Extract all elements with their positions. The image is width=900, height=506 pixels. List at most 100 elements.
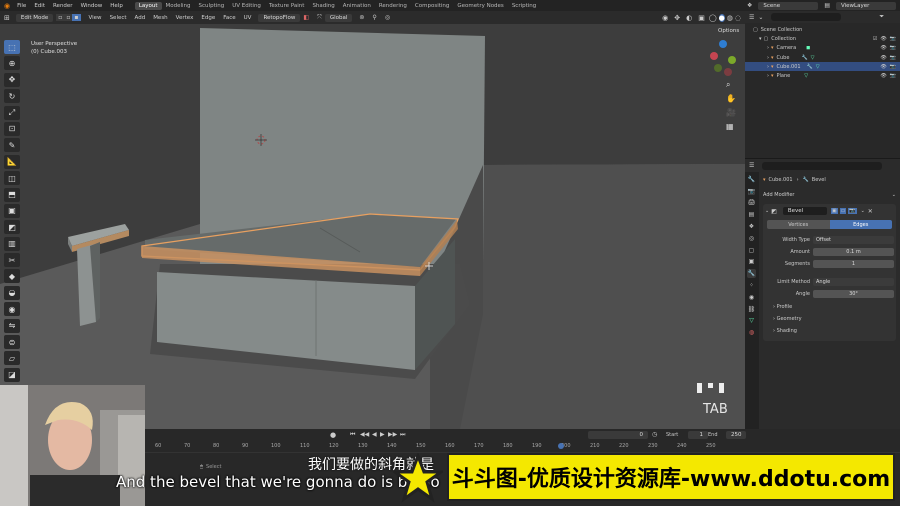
smooth-tool-icon[interactable]: ◉ xyxy=(4,302,20,317)
gizmo-z-axis-icon[interactable] xyxy=(719,40,727,48)
select-mode-vertex-icon[interactable]: ▫ xyxy=(56,14,65,21)
viewport-menu-uv[interactable]: UV xyxy=(244,15,252,21)
viewport-menu-mesh[interactable]: Mesh xyxy=(153,15,167,21)
camera-icon[interactable]: 📷 xyxy=(890,55,896,61)
outliner-scene-collection[interactable]: ▢ Scene Collection xyxy=(745,25,900,34)
record-icon[interactable]: ● xyxy=(330,431,336,439)
visibility-icon[interactable]: ◉ xyxy=(662,14,668,22)
render-tab-icon[interactable]: 📷 xyxy=(747,187,756,196)
workspace-tab-rendering[interactable]: Rendering xyxy=(375,2,411,10)
play-reverse-icon[interactable]: ◀ xyxy=(372,431,377,438)
knife-tool-icon[interactable]: ✂ xyxy=(4,253,20,268)
expand-arrow-icon[interactable]: › xyxy=(767,64,769,70)
gizmo-x-axis-icon[interactable] xyxy=(710,52,718,60)
eye-icon[interactable]: 👁 xyxy=(880,55,886,61)
select-mode-edge-icon[interactable]: ▫ xyxy=(64,14,73,21)
scene-selector[interactable]: Scene xyxy=(758,1,819,10)
subpanel-profile[interactable]: › Profile xyxy=(765,301,894,313)
collection-tab-icon[interactable]: ▢ xyxy=(747,246,756,255)
jump-start-icon[interactable]: ⏮ xyxy=(350,431,355,439)
workspace-tab-geometry-nodes[interactable]: Geometry Nodes xyxy=(453,2,507,10)
particles-tab-icon[interactable]: ⁘ xyxy=(747,281,756,290)
prev-keyframe-icon[interactable]: ◀◀ xyxy=(360,431,369,438)
scale-tool-icon[interactable]: ⤢ xyxy=(4,105,20,120)
outliner-item-cube[interactable]: › ▾ Cube 🔧 ▽ 👁 📷 xyxy=(745,53,900,62)
render-toggle-icon[interactable]: 📷 xyxy=(848,208,857,214)
world-tab-icon[interactable]: ◎ xyxy=(747,234,756,243)
shading-rendered-icon[interactable]: ◌ xyxy=(735,14,741,22)
camera-icon[interactable]: 📷 xyxy=(890,64,896,70)
bevel-tool-icon[interactable]: ◩ xyxy=(4,220,20,235)
annotate-tool-icon[interactable]: ✎ xyxy=(4,138,20,153)
retopoflow-icon[interactable]: ◧ xyxy=(303,14,309,21)
poly-build-tool-icon[interactable]: ◆ xyxy=(4,269,20,284)
object-tab-icon[interactable]: ▣ xyxy=(747,257,756,266)
spin-tool-icon[interactable]: ◒ xyxy=(4,285,20,300)
outliner-item-camera[interactable]: › ▾ Camera ◼ 👁 📷 xyxy=(745,44,900,53)
loop-cut-tool-icon[interactable]: ▥ xyxy=(4,236,20,251)
viewport-menu-face[interactable]: Face xyxy=(223,15,235,21)
navigation-gizmo[interactable]: ⌕ ✋ 🎥 ▦ xyxy=(708,38,738,131)
outliner-item-cube-001[interactable]: › ▾ Cube.001 🔧 ▽ 👁 📷 xyxy=(745,62,900,72)
remove-modifier-icon[interactable]: ✕ xyxy=(868,208,873,215)
outliner-funnel-icon[interactable]: ⏷ xyxy=(879,13,884,21)
timeline-ruler[interactable]: 60 70 80 90 100 110 120 130 140 150 160 170 180 190 20… xyxy=(145,441,900,453)
measure-tool-icon[interactable]: 📐 xyxy=(4,154,20,169)
shading-material-icon[interactable]: ◍ xyxy=(727,14,733,22)
frame-indicator[interactable] xyxy=(558,443,564,449)
constraints-tab-icon[interactable]: ⛓ xyxy=(747,305,756,314)
move-tool-icon[interactable]: ✥ xyxy=(4,72,20,87)
limit-method-dropdown[interactable]: Angle xyxy=(813,278,894,286)
extrude-tool-icon[interactable]: ⬒ xyxy=(4,187,20,202)
inset-tool-icon[interactable]: ▣ xyxy=(4,203,20,218)
current-frame-field[interactable]: 0 xyxy=(588,431,648,439)
affect-vertices-button[interactable]: Vertices xyxy=(767,220,830,229)
outliner-search-field[interactable] xyxy=(771,13,842,21)
subpanel-geometry[interactable]: › Geometry xyxy=(765,313,894,325)
workspace-tab-compositing[interactable]: Compositing xyxy=(411,2,453,10)
viewport-menu-add[interactable]: Add xyxy=(135,15,146,21)
camera-icon[interactable]: 📷 xyxy=(890,45,896,51)
gizmo-neg-x-icon[interactable] xyxy=(724,68,732,76)
amount-field[interactable]: 0.1 m xyxy=(813,248,894,256)
shading-wireframe-icon[interactable]: ◯ xyxy=(709,14,717,22)
gizmo-y-axis-icon[interactable] xyxy=(728,56,736,64)
modifier-tab-icon[interactable]: 🔧 xyxy=(747,269,756,279)
edge-slide-tool-icon[interactable]: ⇋ xyxy=(4,318,20,333)
editor-type-icon[interactable]: ⊞ xyxy=(4,14,10,22)
workspace-tab-scripting[interactable]: Scripting xyxy=(508,2,540,10)
segments-field[interactable]: 1 xyxy=(813,260,894,268)
expand-arrow-icon[interactable]: › xyxy=(767,73,769,79)
retopoflow-button[interactable]: RetopoFlow xyxy=(258,13,301,22)
viewport-menu-view[interactable]: View xyxy=(89,15,102,21)
menu-help[interactable]: Help xyxy=(110,3,123,9)
orientation-dropdown[interactable]: Global xyxy=(324,13,353,22)
output-tab-icon[interactable]: 🖨 xyxy=(747,198,756,207)
options-dropdown[interactable]: Options xyxy=(713,27,744,35)
eye-icon[interactable]: 👁 xyxy=(880,64,886,70)
physics-tab-icon[interactable]: ◉ xyxy=(747,293,756,302)
start-frame-field[interactable]: 1 xyxy=(688,431,708,439)
menu-render[interactable]: Render xyxy=(53,3,73,9)
snap-icon[interactable]: ⚲ xyxy=(372,14,376,21)
jump-end-icon[interactable]: ⏭ xyxy=(400,431,405,439)
collapse-arrow-icon[interactable]: ⌄ xyxy=(765,208,769,214)
workspace-tab-animation[interactable]: Animation xyxy=(339,2,375,10)
viewport-menu-select[interactable]: Select xyxy=(110,15,127,21)
outliner-item-plane[interactable]: › ▾ Plane ▽ 👁 📷 xyxy=(745,71,900,80)
expand-arrow-icon[interactable]: › xyxy=(767,45,769,51)
camera-icon[interactable]: 📷 xyxy=(890,36,896,42)
material-tab-icon[interactable]: ◍ xyxy=(747,328,756,337)
zoom-icon[interactable]: ⌕ xyxy=(726,80,730,90)
blender-logo-icon[interactable]: ◉ xyxy=(4,2,10,10)
realtime-toggle-icon[interactable]: ▭ xyxy=(839,208,847,214)
overlay-icon[interactable]: ◐ xyxy=(686,14,692,22)
pan-hand-icon[interactable]: ✋ xyxy=(726,94,736,103)
xray-icon[interactable]: ▣ xyxy=(698,14,705,22)
3d-viewport[interactable]: User Perspective (0) Cube.003 Options ⬚ … xyxy=(0,24,745,429)
transform-tool-icon[interactable]: ⊡ xyxy=(4,121,20,136)
edit-mode-toggle-icon[interactable]: ▣ xyxy=(830,208,838,214)
proportional-edit-icon[interactable]: ◎ xyxy=(385,14,390,21)
outliner-filter-icon[interactable]: ⌄ xyxy=(758,14,763,21)
viewlayer-selector[interactable]: ViewLayer xyxy=(836,1,896,10)
